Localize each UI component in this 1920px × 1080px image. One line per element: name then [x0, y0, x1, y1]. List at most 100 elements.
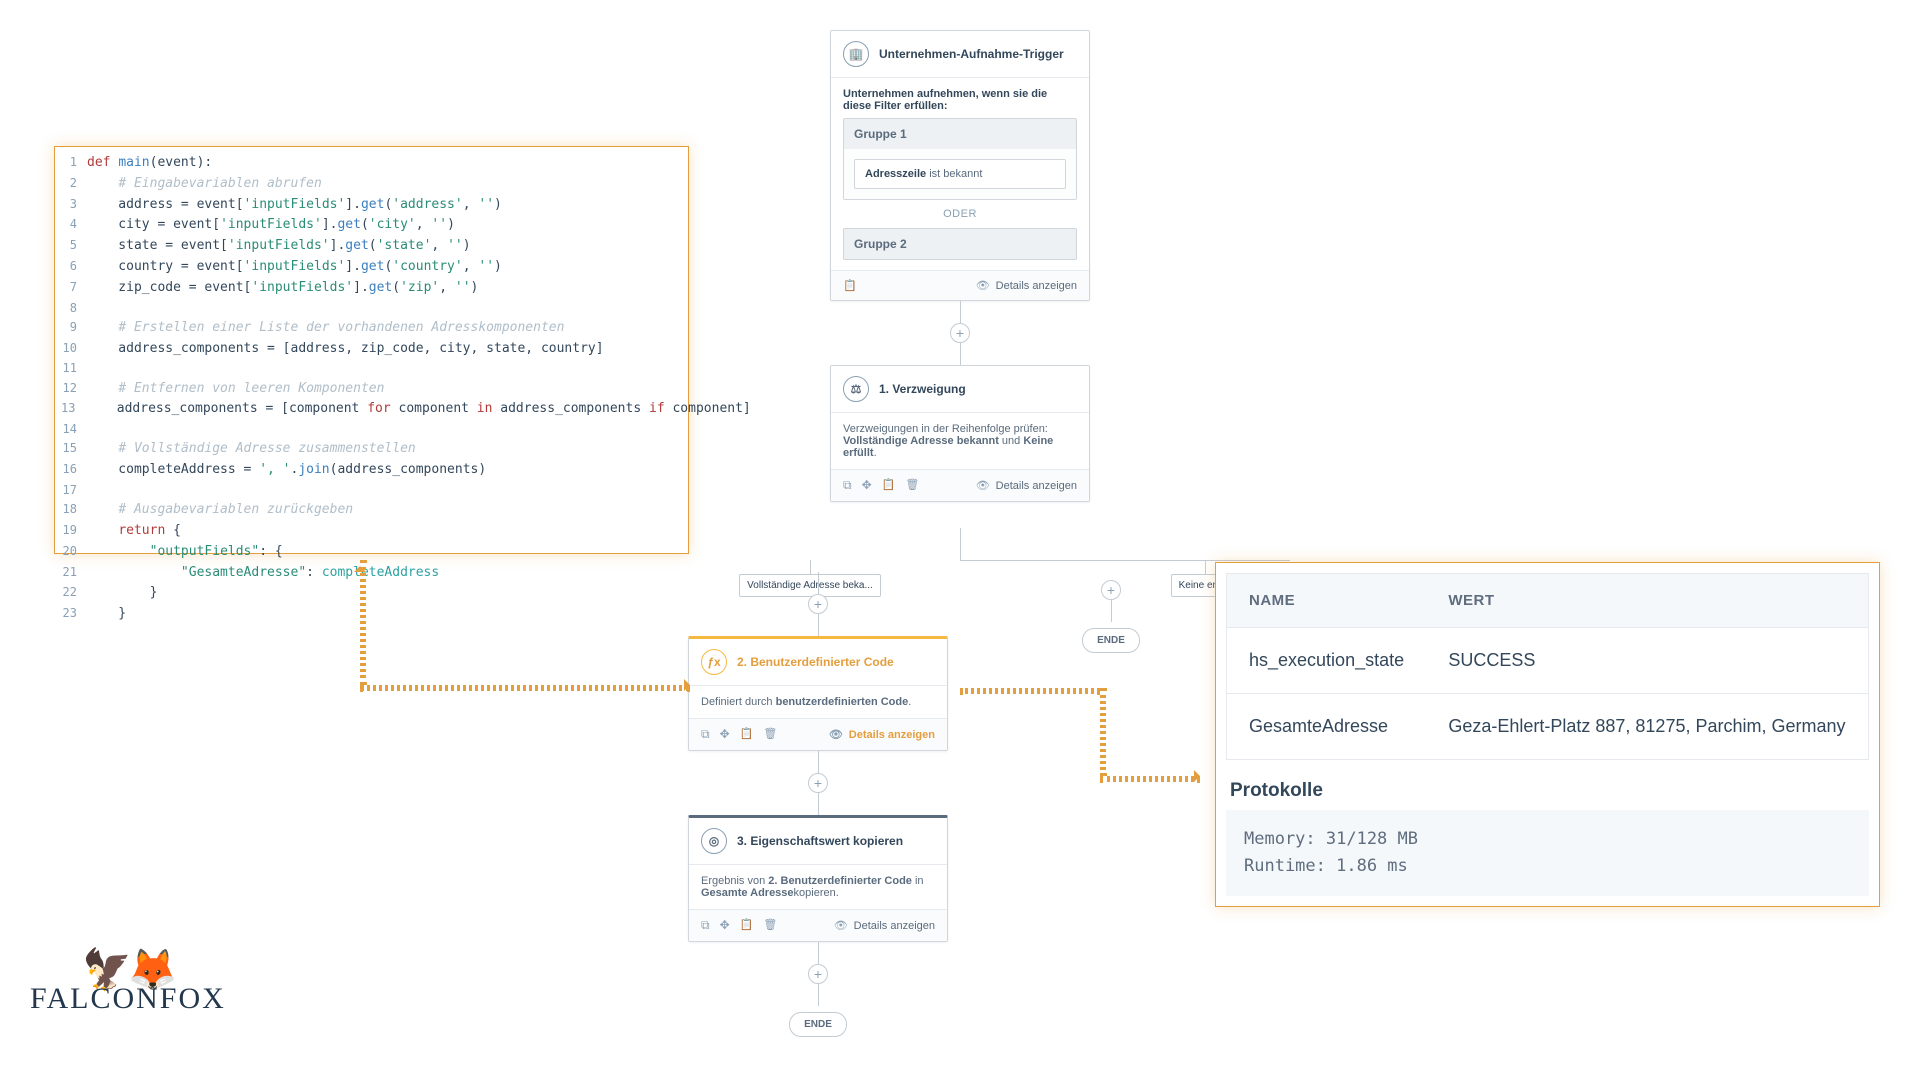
add-step-button[interactable]: +	[1101, 580, 1121, 600]
trigger-group-1[interactable]: Gruppe 1 Adresszeile ist bekannt	[843, 118, 1077, 200]
delete-icon[interactable]	[763, 727, 777, 742]
branch-right-subflow: + ENDE	[1076, 580, 1146, 659]
cp-mid: in	[912, 875, 924, 887]
clipboard-icon[interactable]	[740, 918, 754, 933]
copy-prop-body: Ergebnis von 2. Benutzerdefinierter Code…	[689, 865, 947, 909]
details-label: Details anzeigen	[854, 920, 935, 932]
building-icon: 🏢	[843, 41, 869, 67]
custom-code-card[interactable]: ƒx 2. Benutzerdefinierter Code Definiert…	[688, 636, 948, 751]
move-icon[interactable]	[720, 727, 730, 742]
trigger-subtitle: Unternehmen aufnehmen, wenn sie die dies…	[843, 88, 1077, 112]
or-divider: ODER	[843, 208, 1077, 220]
trigger-head: 🏢 Unternehmen-Aufnahme-Trigger	[831, 31, 1089, 78]
branch-mid: und	[999, 435, 1023, 447]
clipboard-icon[interactable]	[882, 478, 896, 493]
add-step-button[interactable]: +	[808, 594, 828, 614]
table-row: hs_execution_stateSUCCESS	[1227, 628, 1869, 694]
delete-icon[interactable]	[905, 478, 919, 493]
log-runtime: Runtime: 1.86 ms	[1244, 853, 1851, 880]
custom-code-foot: Details anzeigen	[689, 718, 947, 750]
cc-prefix: Definiert durch	[701, 696, 776, 708]
ende-pill: ENDE	[1082, 628, 1140, 653]
group1-label: Gruppe 1	[844, 119, 1076, 149]
log-memory: Memory: 31/128 MB	[1244, 826, 1851, 853]
cp-bold2: Gesamte Adresse	[701, 887, 794, 899]
custom-code-head: ƒx 2. Benutzerdefinierter Code	[689, 639, 947, 686]
eye-icon	[829, 728, 843, 741]
falconfox-logo: 🦅🦊 FALCONFOX	[30, 958, 226, 1016]
move-icon[interactable]	[720, 918, 730, 933]
result-name: GesamteAdresse	[1227, 694, 1427, 760]
chip-bold: Adresszeile	[865, 168, 926, 180]
trigger-group-2[interactable]: Gruppe 2	[843, 228, 1077, 260]
group2-label: Gruppe 2	[844, 229, 1076, 259]
copy-prop-title: 3. Eigenschaftswert kopieren	[737, 834, 903, 848]
result-table: NAME WERT hs_execution_stateSUCCESSGesam…	[1226, 573, 1869, 760]
copy-prop-foot: Details anzeigen	[689, 909, 947, 941]
clipboard-icon[interactable]	[843, 279, 857, 292]
add-step-button[interactable]: +	[950, 323, 970, 343]
copy-icon[interactable]	[701, 727, 710, 742]
branch-title: 1. Verzweigung	[879, 382, 966, 396]
eye-icon	[976, 279, 990, 292]
connector-line	[960, 343, 961, 365]
trigger-title: Unternehmen-Aufnahme-Trigger	[879, 47, 1064, 61]
branch-head: ⚖ 1. Verzweigung	[831, 366, 1089, 413]
custom-code-details-link[interactable]: Details anzeigen	[829, 728, 935, 741]
target-icon: ◎	[701, 828, 727, 854]
copy-icon[interactable]	[843, 478, 852, 493]
clipboard-icon[interactable]	[740, 727, 754, 742]
cc-bold: benutzerdefinierten Code	[776, 696, 909, 708]
arrow-code-to-block	[360, 560, 690, 690]
add-step-button[interactable]: +	[808, 964, 828, 984]
copy-prop-details-link[interactable]: Details anzeigen	[834, 919, 935, 932]
copy-prop-head: ◎ 3. Eigenschaftswert kopieren	[689, 818, 947, 865]
trigger-body: Unternehmen aufnehmen, wenn sie die dies…	[831, 78, 1089, 270]
cp-suffix: kopieren.	[794, 887, 839, 899]
filter-chip-addresszeile[interactable]: Adresszeile ist bekannt	[854, 159, 1066, 189]
trigger-details-link[interactable]: Details anzeigen	[976, 279, 1077, 292]
log-output: Memory: 31/128 MB Runtime: 1.86 ms	[1226, 810, 1869, 896]
branch-desc-prefix: Verzweigungen in der Reihenfolge prüfen:	[843, 423, 1048, 435]
branch-card[interactable]: ⚖ 1. Verzweigung Verzweigungen in der Re…	[830, 365, 1090, 502]
ende-pill: ENDE	[789, 1012, 847, 1037]
th-name: NAME	[1227, 574, 1427, 628]
chip-rest: ist bekannt	[926, 168, 982, 180]
cp-bold1: 2. Benutzerdefinierter Code	[768, 875, 912, 887]
workflow-column: 🏢 Unternehmen-Aufnahme-Trigger Unternehm…	[830, 30, 1090, 502]
protokolle-heading: Protokolle	[1230, 780, 1865, 802]
eye-icon	[834, 919, 848, 932]
copy-icon[interactable]	[701, 918, 710, 933]
result-value: Geza-Ehlert-Platz 887, 81275, Parchim, G…	[1426, 694, 1868, 760]
delete-icon[interactable]	[763, 918, 777, 933]
branch-body: Verzweigungen in der Reihenfolge prüfen:…	[831, 413, 1089, 469]
th-value: WERT	[1426, 574, 1868, 628]
move-icon[interactable]	[862, 478, 872, 493]
custom-code-title: 2. Benutzerdefinierter Code	[737, 655, 894, 669]
details-label: Details anzeigen	[849, 729, 935, 741]
copy-property-card[interactable]: ◎ 3. Eigenschaftswert kopieren Ergebnis …	[688, 815, 948, 942]
code-editor-panel: 1def main(event):2 # Eingabevariablen ab…	[54, 146, 689, 554]
table-row: GesamteAdresseGeza-Ehlert-Platz 887, 812…	[1227, 694, 1869, 760]
falconfox-mark-icon: 🦅🦊	[30, 958, 226, 982]
cp-prefix: Ergebnis von	[701, 875, 768, 887]
branch-icon: ⚖	[843, 376, 869, 402]
eye-icon	[976, 479, 990, 492]
arrow-block-to-result	[960, 688, 1200, 780]
branch-foot: Details anzeigen	[831, 469, 1089, 501]
branch-bold1: Vollständige Adresse bekannt	[843, 435, 999, 447]
result-value: SUCCESS	[1426, 628, 1868, 694]
add-step-button[interactable]: +	[808, 773, 828, 793]
falconfox-logotype: FALCONFOX	[30, 982, 226, 1016]
details-label: Details anzeigen	[996, 280, 1077, 292]
trigger-foot: Details anzeigen	[831, 270, 1089, 300]
code-block: 1def main(event):2 # Eingabevariablen ab…	[55, 147, 688, 631]
branch-left-subflow: + ƒx 2. Benutzerdefinierter Code Definie…	[688, 572, 948, 1043]
execution-result-panel: NAME WERT hs_execution_stateSUCCESSGesam…	[1215, 562, 1880, 907]
fx-icon: ƒx	[701, 649, 727, 675]
trigger-card[interactable]: 🏢 Unternehmen-Aufnahme-Trigger Unternehm…	[830, 30, 1090, 301]
result-name: hs_execution_state	[1227, 628, 1427, 694]
branch-details-link[interactable]: Details anzeigen	[976, 479, 1077, 492]
connector-line	[960, 301, 961, 323]
details-label: Details anzeigen	[996, 480, 1077, 492]
